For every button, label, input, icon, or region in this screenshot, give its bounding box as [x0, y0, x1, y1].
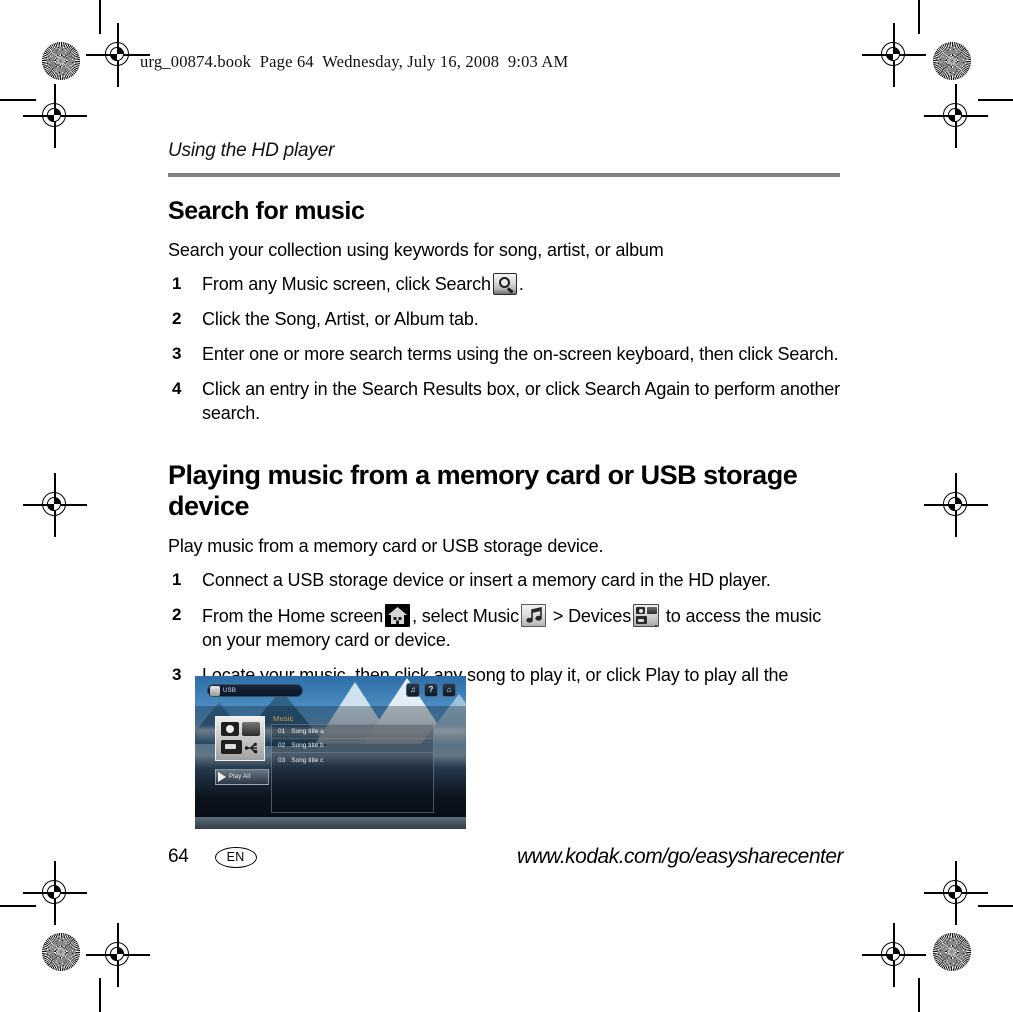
hd-player-screenshot: USB ♫ ? ⌂ Play All Music 01 Song title a… — [195, 676, 466, 829]
trim-line-bottom-right — [978, 905, 1013, 907]
step-text: , select Music — [412, 606, 519, 627]
song-list-panel: 01 Song title a 02 Song title b 03 Song … — [271, 724, 434, 813]
step-number: 2 — [172, 605, 182, 625]
figure-titlebar[interactable]: USB — [207, 684, 303, 697]
step-text: Click the Song, Artist, or Album tab. — [202, 309, 479, 330]
step-item: 2 Click the Song, Artist, or Album tab. — [168, 308, 843, 332]
home-icon[interactable] — [385, 604, 411, 628]
step-text: Click an entry in the Search Results box… — [202, 378, 841, 423]
list-item[interactable]: 03 Song title c — [272, 753, 433, 767]
rosette-mark-bottom-left — [42, 933, 80, 971]
page-number: 64 — [168, 846, 189, 867]
step-text: Enter one or more search terms using the… — [202, 344, 839, 365]
play-all-button[interactable]: Play All — [215, 769, 269, 785]
help-button-glyph: ? — [428, 685, 434, 694]
registration-mark-lower-right — [924, 861, 988, 925]
play-icon — [218, 772, 226, 782]
titlebar-label: USB — [223, 687, 237, 694]
page-footer: 64 EN www.kodak.com/go/easysharecenter — [168, 845, 844, 869]
step-item: 3 Enter one or more search terms using t… — [168, 343, 843, 367]
registration-mark-bottom-right — [862, 923, 926, 987]
device-thumb-screen — [242, 722, 260, 736]
home-button[interactable]: ⌂ — [442, 683, 456, 697]
list-item[interactable]: 01 Song title a — [272, 725, 433, 739]
trim-line-right-top — [918, 0, 920, 34]
song-title: Song title c — [291, 756, 324, 764]
device-thumb-camera — [221, 722, 239, 736]
trim-line-top-right — [978, 99, 1013, 101]
rosette-mark-bottom-right — [933, 933, 971, 971]
figure-top-buttons: ♫ ? ⌂ — [406, 683, 456, 697]
step-number: 1 — [172, 274, 182, 294]
list-item[interactable]: 02 Song title b — [272, 739, 433, 753]
registration-mark-lower-left — [23, 861, 87, 925]
trim-line-top-left — [0, 99, 36, 101]
section-intro-search: Search your collection using keywords fo… — [168, 239, 664, 260]
registration-mark-bottom-left — [86, 923, 150, 987]
step-text: From any Music screen, click Search — [202, 274, 491, 295]
song-title: Song title b — [291, 742, 324, 749]
help-button[interactable]: ? — [424, 683, 438, 697]
step-text: > Devices — [552, 606, 632, 627]
step-text: From the Home screen — [202, 606, 384, 627]
song-number: 01 — [278, 728, 286, 735]
music-section-label: Music — [273, 714, 294, 723]
step-number: 2 — [172, 309, 182, 329]
search-icon[interactable] — [492, 273, 517, 296]
running-head: Using the HD player — [168, 140, 335, 161]
music-button-glyph: ♫ — [410, 685, 416, 694]
step-number: 3 — [172, 344, 182, 364]
page-content: Using the HD player Search for music Sea… — [168, 140, 843, 712]
step-text: Connect a USB storage device or insert a… — [202, 570, 771, 591]
trim-line-bottom-left — [0, 905, 36, 907]
music-button[interactable]: ♫ — [406, 683, 420, 697]
slug-line: urg_00874.book Page 64 Wednesday, July 1… — [140, 52, 569, 71]
step-item: 1 From any Music screen, click Search. — [168, 273, 843, 297]
trim-line-left-top — [99, 0, 101, 34]
song-number: 03 — [278, 756, 286, 764]
devices-icon[interactable] — [633, 604, 660, 628]
step-item: 4 Click an entry in the Search Results b… — [168, 378, 843, 426]
home-button-glyph: ⌂ — [446, 685, 452, 694]
step-item: 1 Connect a USB storage device or insert… — [168, 569, 843, 593]
music-note-icon — [210, 685, 220, 696]
foreground-ridge — [195, 817, 466, 829]
registration-mark-mid-left — [23, 473, 87, 537]
music-note-icon[interactable] — [521, 604, 546, 628]
registration-mark-upper-right — [924, 84, 988, 148]
devices-thumbnail[interactable] — [215, 716, 265, 761]
language-badge: EN — [214, 846, 257, 868]
registration-mark-mid-right — [924, 473, 988, 537]
step-text-tail: . — [518, 274, 524, 295]
footer-url: www.kodak.com/go/easysharecenter — [517, 845, 844, 868]
step-number: 1 — [172, 570, 182, 590]
section-heading-playing: Playing music from a memory card or USB … — [168, 459, 798, 521]
usb-icon — [244, 741, 259, 760]
play-all-label: Play All — [229, 774, 251, 780]
trim-line-left-bottom — [99, 978, 101, 1012]
step-item: 2 From the Home screen , select Music > D… — [168, 604, 843, 653]
header-rule — [168, 173, 840, 177]
section-intro-playing: Play music from a memory card or USB sto… — [168, 535, 604, 556]
registration-mark-top-right — [862, 23, 926, 87]
trim-line-right-bottom — [918, 978, 920, 1012]
registration-mark-top-left — [86, 23, 150, 87]
section-heading-search: Search for music — [168, 197, 365, 225]
steps-list-search: 1 From any Music screen, click Search. 2… — [168, 273, 843, 426]
rosette-mark-top-left — [42, 42, 80, 80]
song-title: Song title a — [291, 728, 324, 735]
song-number: 02 — [278, 742, 286, 749]
registration-mark-upper-left — [23, 84, 87, 148]
device-thumb-card — [221, 740, 242, 754]
step-number: 3 — [172, 665, 182, 685]
rosette-mark-top-right — [933, 42, 971, 80]
step-number: 4 — [172, 378, 182, 398]
